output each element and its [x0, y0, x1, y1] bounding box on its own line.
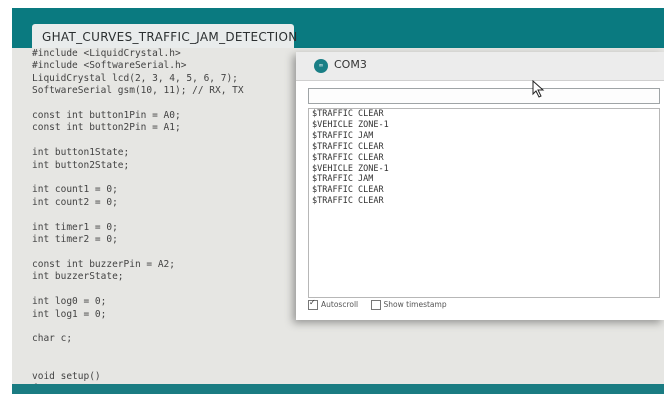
- arduino-logo-icon: ∞: [314, 59, 328, 73]
- code-line: #include <SoftwareSerial.h>: [32, 60, 187, 72]
- code-line: const int button2Pin = A1;: [32, 122, 181, 134]
- code-line: int button2State;: [32, 159, 130, 171]
- code-line: int log1 = 0;: [32, 308, 107, 320]
- timestamp-label: Show timestamp: [383, 300, 447, 309]
- serial-output-line: $TRAFFIC JAM: [312, 130, 374, 141]
- code-line: int count1 = 0;: [32, 184, 118, 196]
- serial-output-line: $TRAFFIC CLEAR: [312, 109, 384, 119]
- code-line: int log0 = 0;: [32, 296, 107, 308]
- code-text[interactable]: #include <LiquidCrystal.h> #include <Soft…: [32, 48, 244, 394]
- code-line: void setup(): [32, 370, 101, 382]
- status-bar: [12, 384, 664, 394]
- code-line: int button1State;: [32, 147, 130, 159]
- autoscroll-label: Autoscroll: [321, 300, 359, 309]
- timestamp-option[interactable]: Show timestamp: [370, 300, 447, 310]
- autoscroll-option[interactable]: Autoscroll: [308, 298, 359, 310]
- code-line: int timer1 = 0;: [32, 221, 118, 233]
- code-line: #include <LiquidCrystal.h>: [32, 48, 181, 59]
- code-line: SoftwareSerial gsm(10, 11); // RX, TX: [32, 85, 244, 97]
- code-line: char c;: [32, 333, 73, 345]
- code-line: const int buzzerPin = A2;: [32, 258, 175, 270]
- serial-output-line: $TRAFFIC CLEAR: [312, 141, 384, 152]
- code-line: LiquidCrystal lcd(2, 3, 4, 5, 6, 7);: [32, 72, 238, 84]
- sketch-tab[interactable]: GHAT_CURVES_TRAFFIC_JAM_DETECTION: [32, 24, 297, 50]
- autoscroll-checkbox[interactable]: [308, 298, 318, 310]
- tab-bar: GHAT_CURVES_TRAFFIC_JAM_DETECTION: [12, 8, 664, 50]
- code-line: int count2 = 0;: [32, 196, 118, 208]
- serial-send-input[interactable]: [308, 88, 660, 104]
- serial-output-line: $VEHICLE ZONE-1: [312, 163, 389, 174]
- serial-monitor-window: ∞ COM3 $TRAFFIC CLEAR $VEHICLE ZONE-1 $TRA…: [296, 52, 664, 320]
- serial-output-line: $TRAFFIC CLEAR: [312, 152, 384, 163]
- serial-output-line: $VEHICLE ZONE-1: [312, 119, 389, 130]
- serial-output-line: $TRAFFIC CLEAR: [312, 196, 384, 207]
- code-line: int timer2 = 0;: [32, 234, 118, 246]
- serial-monitor-titlebar: ∞ COM3: [296, 52, 664, 81]
- port-title: COM3: [334, 58, 367, 71]
- serial-output-area[interactable]: $TRAFFIC CLEAR $VEHICLE ZONE-1 $TRAFFIC JA…: [308, 108, 660, 298]
- serial-output-line: $TRAFFIC CLEAR: [312, 185, 384, 196]
- serial-output-line: $TRAFFIC JAM: [312, 174, 374, 185]
- code-line: const int button1Pin = A0;: [32, 110, 181, 122]
- mouse-pointer-icon: [532, 80, 545, 98]
- serial-footer: Autoscroll Show timestamp: [308, 298, 660, 316]
- code-line: int buzzerState;: [32, 271, 124, 283]
- timestamp-checkbox[interactable]: [370, 300, 381, 310]
